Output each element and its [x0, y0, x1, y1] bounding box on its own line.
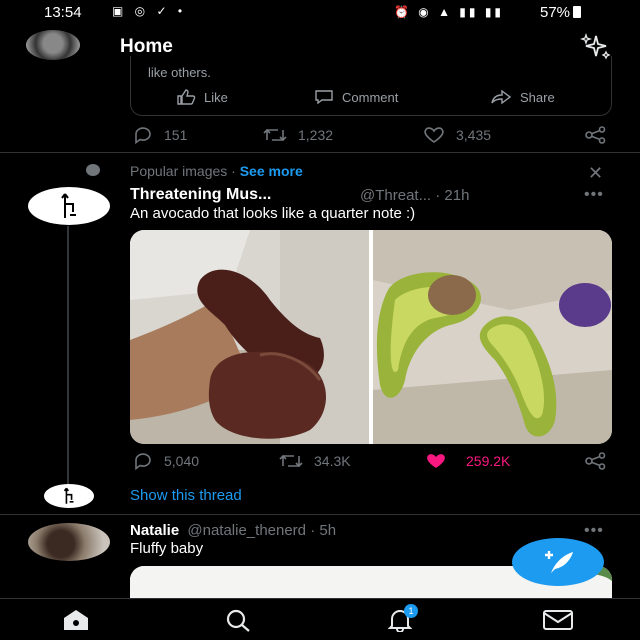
reply-count: 151 [164, 127, 188, 143]
like-button[interactable]: 3,435 [422, 126, 491, 144]
retweet-count: 1,232 [298, 127, 334, 143]
status-bar: 13:54 ▣ ◎ ✓ • ⏰ ◉ ▲ ▮▮ ▮▮ 57% [0, 0, 640, 24]
quoted-like-button[interactable]: Like [176, 89, 228, 105]
tweet-retweet-count: 34.3K [314, 453, 351, 469]
tweet-reply-count: 5,040 [164, 453, 200, 469]
compose-tweet-button[interactable] [512, 538, 604, 586]
author-avatar[interactable] [28, 187, 110, 225]
heart-outline-icon [424, 127, 444, 143]
see-more-link[interactable]: See more [240, 163, 303, 179]
close-icon[interactable]: ✕ [588, 163, 603, 184]
more-options-icon[interactable]: ••• [584, 522, 604, 540]
thread-avatar[interactable] [44, 484, 94, 508]
comment-icon [315, 90, 333, 105]
avocado-photo [130, 230, 612, 444]
retweet-button[interactable]: 1,232 [262, 126, 333, 144]
more-options-icon[interactable]: ••• [584, 186, 604, 204]
author-name[interactable]: Threatening Mus... [130, 186, 271, 204]
quoted-comment-button[interactable]: Comment [314, 89, 398, 105]
musical-symbol-icon [63, 487, 74, 504]
battery-indicator: 57% [540, 4, 582, 21]
quoted-share-label: Share [520, 89, 555, 105]
musical-symbol-icon [61, 193, 76, 218]
heart-filled-icon [427, 454, 445, 468]
battery-percent: 57% [540, 4, 571, 21]
share-icon[interactable] [584, 452, 608, 470]
natalie-handle-time: @natalie_thenerd · 5h [187, 522, 337, 539]
tweet-reply-button[interactable]: 5,040 [132, 452, 199, 470]
reply-button[interactable]: 151 [132, 126, 187, 144]
thumbs-up-icon [177, 89, 196, 105]
notification-icons: ▣ ◎ ✓ • [112, 4, 187, 18]
quoted-share-button[interactable]: Share [490, 89, 555, 105]
share-icon[interactable] [584, 126, 608, 144]
status-time: 13:54 [44, 4, 82, 21]
system-icons: ⏰ ◉ ▲ ▮▮ ▮▮ [394, 5, 505, 19]
chat-bubble-icon [86, 164, 100, 176]
tweet-media[interactable] [130, 230, 612, 444]
retweet-icon [279, 454, 303, 468]
popular-images-header: Popular images · See more [130, 163, 303, 179]
retweet-icon [263, 128, 287, 142]
share-arrow-icon [491, 89, 512, 105]
quoted-comment-label: Comment [342, 89, 399, 105]
tweet-like-count: 259.2K [466, 453, 511, 469]
natalie-name[interactable]: Natalie [130, 522, 179, 539]
quoted-like-label: Like [204, 89, 228, 105]
page-title: Home [120, 36, 173, 57]
show-thread-link[interactable]: Show this thread [130, 487, 242, 504]
divider [0, 152, 640, 153]
notification-badge: 1 [404, 604, 418, 618]
thread-line [67, 226, 69, 484]
tweet-retweet-button[interactable]: 34.3K [278, 452, 351, 470]
search-icon[interactable] [224, 608, 252, 632]
battery-icon [573, 6, 582, 18]
tweet-text: An avocado that looks like a quarter not… [130, 205, 416, 222]
mail-icon[interactable] [542, 608, 574, 632]
natalie-avatar[interactable] [28, 523, 110, 561]
feather-plus-icon [545, 551, 573, 573]
reply-icon [135, 127, 151, 144]
like-count: 3,435 [456, 127, 492, 143]
natalie-tweet-text: Fluffy baby [130, 540, 204, 557]
home-icon[interactable] [62, 608, 90, 632]
reply-icon [135, 453, 151, 470]
tweet-like-button[interactable]: 259.2K [424, 452, 510, 470]
natalie-header: Natalie @natalie_thenerd · 5h [130, 522, 336, 539]
divider [0, 514, 640, 515]
profile-avatar[interactable] [26, 30, 80, 60]
popular-label: Popular images · [130, 163, 240, 179]
author-handle-time: @Threat... · 21h [360, 187, 470, 204]
quoted-text: like others. [148, 65, 211, 80]
